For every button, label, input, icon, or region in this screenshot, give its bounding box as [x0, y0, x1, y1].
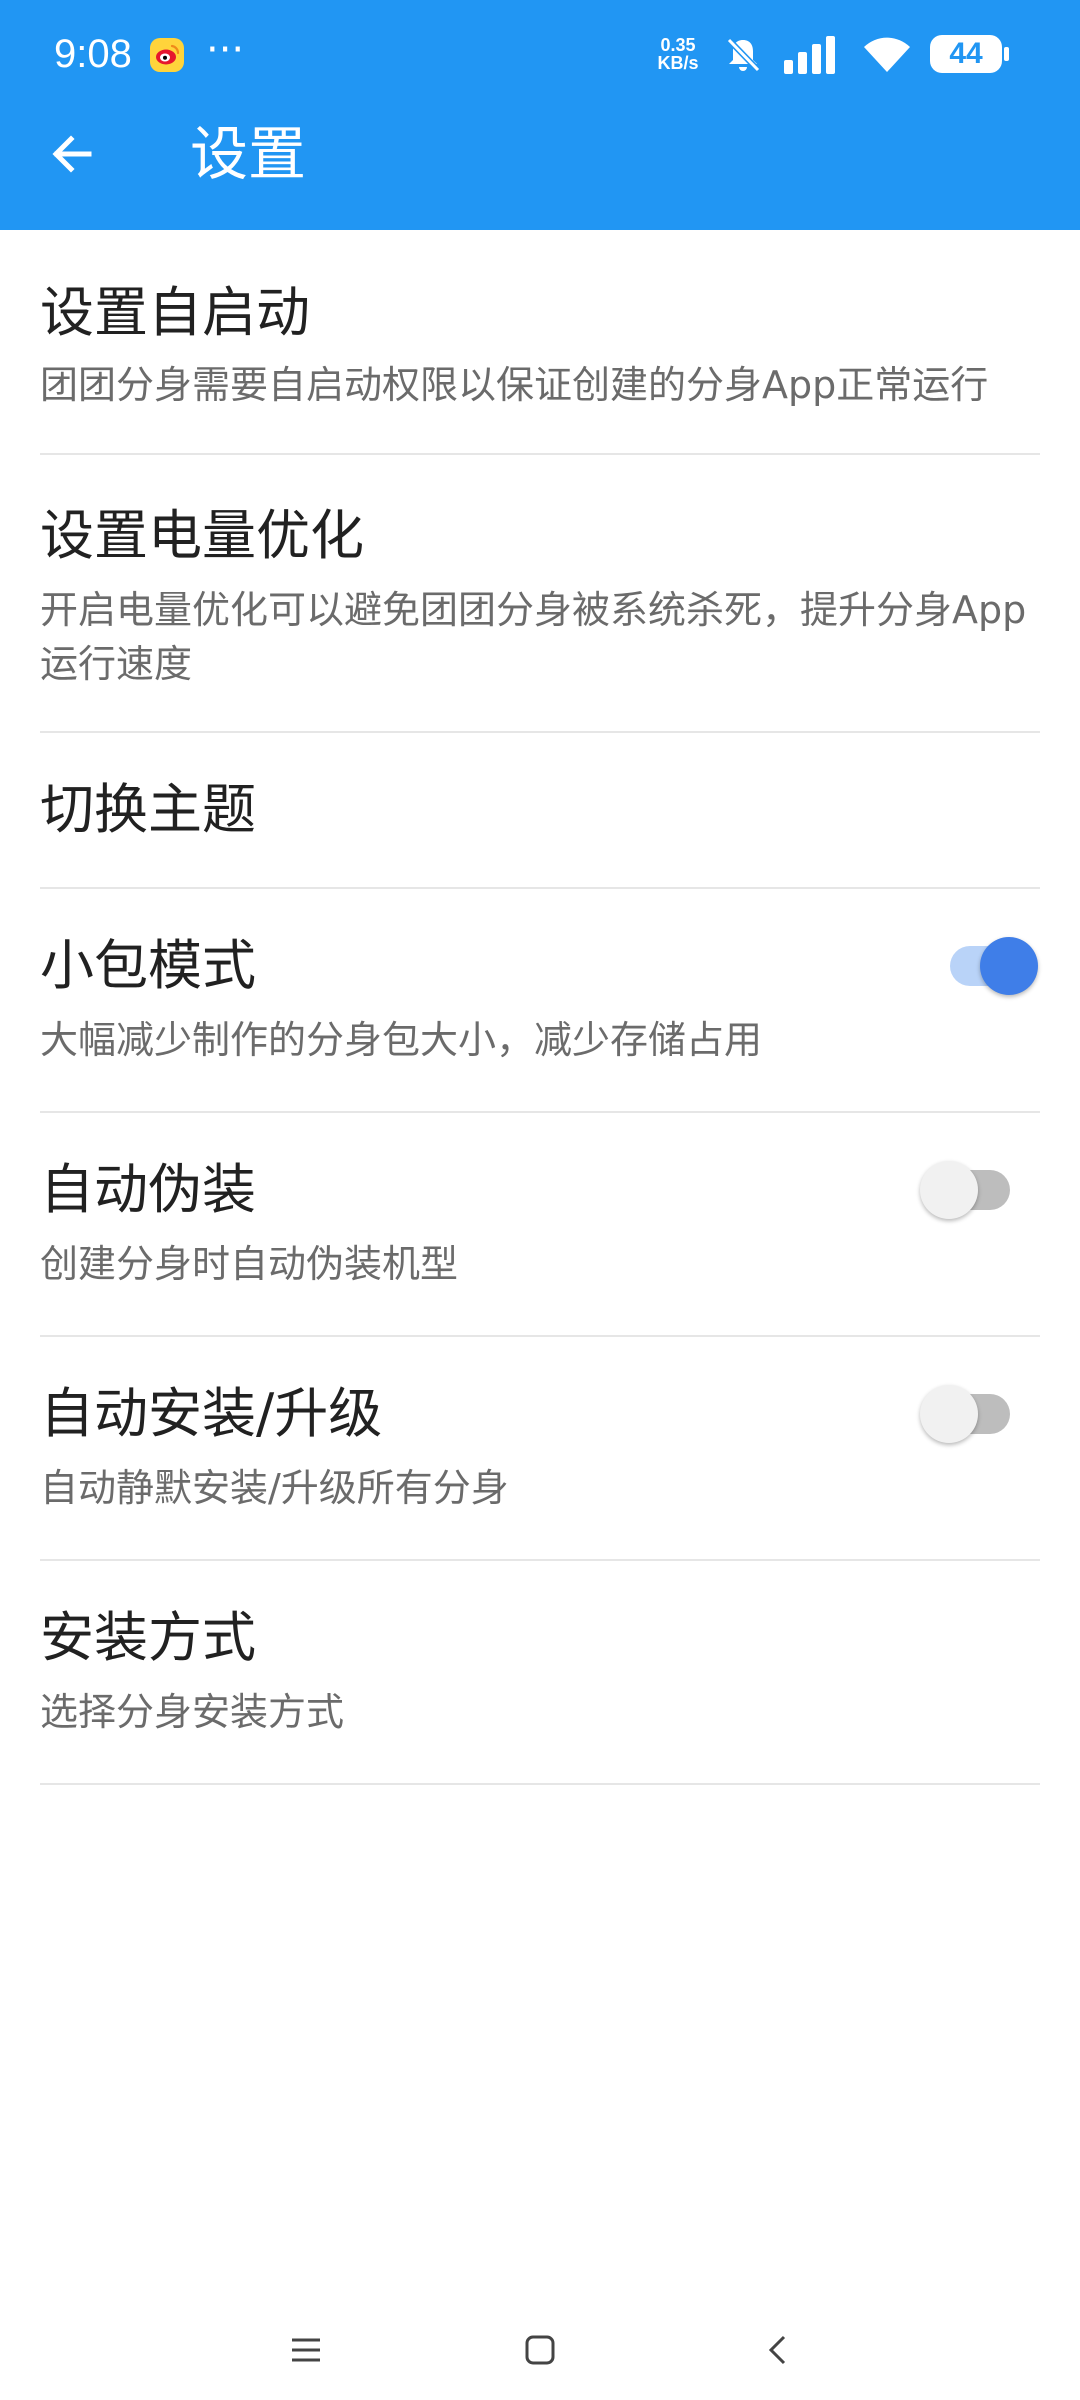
page-title: 设置 [190, 120, 307, 188]
net-speed-value: 0.35 [660, 35, 696, 55]
wifi-icon [864, 37, 910, 72]
recent-apps-button[interactable] [276, 2320, 336, 2380]
setting-title: 设置电量优化 [40, 504, 364, 567]
menu-icon [292, 2338, 320, 2362]
toggle-thumb [980, 937, 1038, 995]
setting-small-package-mode[interactable]: 小包模式 大幅减少制作的分身包大小，减少存储占用 [40, 889, 1040, 1113]
system-back-button[interactable] [748, 2320, 808, 2380]
setting-title: 小包模式 [40, 934, 256, 997]
battery-tip [1004, 47, 1009, 61]
home-button[interactable] [510, 2320, 570, 2380]
net-speed-unit: KB/s [657, 53, 699, 73]
toggle-thumb [920, 1385, 978, 1443]
weibo-icon [150, 38, 184, 72]
home-icon [525, 2335, 555, 2365]
back-icon [768, 2335, 786, 2365]
setting-title: 自动安装/升级 [40, 1382, 383, 1445]
setting-title: 自动伪装 [40, 1158, 256, 1221]
net-speed: 0.35 KB/s [650, 36, 706, 72]
setting-title: 切换主题 [40, 778, 256, 841]
setting-battery-optimization[interactable]: 设置电量优化 开启电量优化可以避免团团分身被系统杀死，提升分身App运行速度 [40, 455, 1040, 733]
setting-autostart[interactable]: 设置自启动 团团分身需要自启动权限以保证创建的分身App正常运行 [40, 230, 1040, 455]
settings-list: 设置自启动 团团分身需要自启动权限以保证创建的分身App正常运行 设置电量优化 … [0, 230, 1080, 1785]
small-package-mode-toggle[interactable] [950, 937, 1038, 995]
settings-screen: 9:08 ··· 0.35 KB/s 44 设置 设置自启动 团团分身需要自启动… [0, 0, 1080, 2400]
setting-title: 安装方式 [40, 1606, 256, 1669]
battery-icon: 44 [930, 35, 1002, 73]
status-time: 9:08 [54, 32, 132, 76]
setting-subtitle: 大幅减少制作的分身包大小，减少存储占用 [40, 1018, 763, 1062]
app-header: 9:08 ··· 0.35 KB/s 44 设置 [0, 0, 1080, 230]
setting-subtitle: 开启电量优化可以避免团团分身被系统杀死，提升分身App运行速度 [40, 588, 1027, 686]
setting-install-method[interactable]: 安装方式 选择分身安装方式 [40, 1561, 1040, 1785]
setting-title: 设置自启动 [40, 281, 310, 344]
setting-subtitle: 团团分身需要自启动权限以保证创建的分身App正常运行 [40, 363, 989, 407]
setting-subtitle: 选择分身安装方式 [40, 1690, 345, 1734]
bell-off-icon [726, 37, 761, 73]
system-nav-bar [0, 2300, 1080, 2400]
auto-install-upgrade-toggle[interactable] [920, 1385, 1010, 1443]
auto-disguise-toggle[interactable] [920, 1161, 1010, 1219]
status-bar: 9:08 ··· 0.35 KB/s 44 [0, 0, 1080, 110]
setting-subtitle: 自动静默安装/升级所有分身 [40, 1466, 509, 1510]
setting-switch-theme[interactable]: 切换主题 [40, 733, 1040, 889]
arrow-left-icon [52, 135, 92, 173]
setting-subtitle: 创建分身时自动伪装机型 [40, 1242, 459, 1286]
setting-auto-disguise[interactable]: 自动伪装 创建分身时自动伪装机型 [40, 1113, 1040, 1337]
back-button[interactable] [36, 118, 108, 190]
signal-icon [784, 36, 835, 74]
setting-auto-install-upgrade[interactable]: 自动安装/升级 自动静默安装/升级所有分身 [40, 1337, 1040, 1561]
toggle-thumb [920, 1161, 978, 1219]
more-notifications-icon: ··· [206, 27, 245, 73]
